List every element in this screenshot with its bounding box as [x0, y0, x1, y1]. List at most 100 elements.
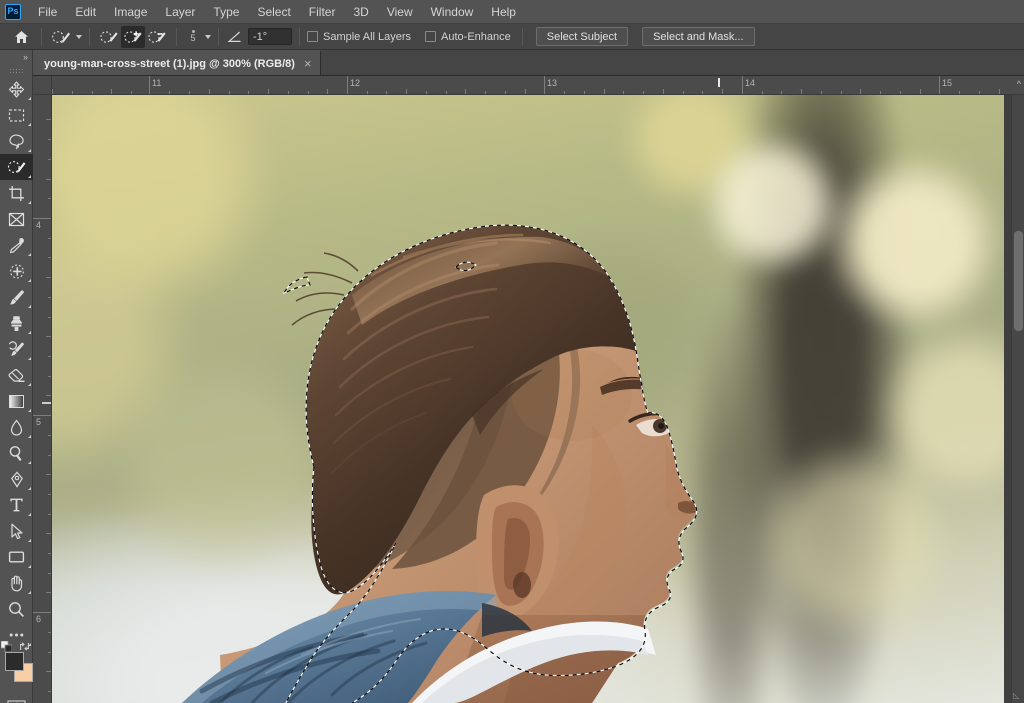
tool-eyedropper[interactable]: [0, 232, 33, 258]
menu-edit[interactable]: Edit: [66, 0, 105, 24]
document-tab[interactable]: young-man-cross-street (1).jpg @ 300% (R…: [33, 50, 321, 75]
menu-filter[interactable]: Filter: [300, 0, 345, 24]
sample-all-layers-box-icon: [307, 31, 318, 42]
tool-type[interactable]: [0, 492, 33, 518]
brush-preset-picker[interactable]: [49, 26, 73, 48]
frame-tool-icon: [8, 212, 25, 226]
tool-dodge[interactable]: [0, 440, 33, 466]
brush-tool-icon: [10, 289, 24, 304]
tool-hand[interactable]: [0, 570, 33, 596]
tool-gradient[interactable]: [0, 388, 33, 414]
ruler-h-label-12: 12: [350, 78, 361, 88]
eraser-tool-corner-icon: [28, 383, 31, 386]
select-subject-button[interactable]: Select Subject: [535, 27, 629, 46]
menu-file[interactable]: File: [29, 0, 66, 24]
default-colors-icon[interactable]: [0, 639, 13, 653]
tool-eraser[interactable]: [0, 362, 33, 388]
canvas-area[interactable]: [52, 95, 1024, 703]
options-separator-6: [521, 27, 523, 46]
pen-tool-icon: [10, 470, 23, 488]
type-tool-corner-icon: [28, 513, 31, 516]
options-separator-2: [89, 27, 90, 46]
quick-selection-tool-corner-icon: [28, 175, 31, 178]
tool-path-selection[interactable]: [0, 518, 33, 544]
menu-select[interactable]: Select: [248, 0, 299, 24]
menu-layer[interactable]: Layer: [156, 0, 204, 24]
crop-tool-corner-icon: [28, 201, 31, 204]
menu-help[interactable]: Help: [482, 0, 525, 24]
auto-enhance-box-icon: [425, 31, 437, 42]
tool-crop[interactable]: [0, 180, 33, 206]
tool-clone-stamp[interactable]: [0, 310, 33, 336]
brush-size-value: 5: [190, 33, 196, 43]
select-and-mask-button[interactable]: Select and Mask...: [642, 27, 755, 46]
tool-move[interactable]: [0, 76, 33, 102]
brush-size-chevron-down-icon[interactable]: [205, 34, 211, 39]
ruler-chevron-icon[interactable]: ^: [1017, 80, 1021, 89]
rectangle-tool-icon: [8, 551, 25, 563]
ruler-h-label-14: 14: [745, 78, 756, 88]
close-icon[interactable]: ×: [304, 57, 312, 70]
ruler-v-label-6: 6: [36, 614, 42, 624]
tool-spot-healing-brush[interactable]: [0, 258, 33, 284]
menu-view[interactable]: View: [378, 0, 422, 24]
quick-selection-subtract-icon: [147, 30, 166, 43]
lasso-tool-icon: [8, 133, 24, 149]
rectangular-marquee-tool-icon: [8, 108, 25, 122]
menu-type[interactable]: Type: [204, 0, 248, 24]
quick-selection-brush-icon: [51, 30, 70, 43]
menu-3d[interactable]: 3D: [344, 0, 377, 24]
add-to-selection-button[interactable]: [121, 25, 145, 48]
tool-lasso[interactable]: [0, 128, 33, 154]
new-selection-button[interactable]: [97, 26, 121, 48]
tool-quick-selection[interactable]: [0, 154, 33, 180]
more-tools-icon: [9, 633, 24, 637]
vertical-ruler[interactable]: 4 5 6: [33, 95, 52, 703]
subtract-from-selection-button[interactable]: [145, 26, 169, 48]
horizontal-ruler[interactable]: 11 12 13 14 15 ^: [52, 76, 1024, 95]
crop-tool-icon: [9, 185, 24, 201]
tool-frame[interactable]: [0, 206, 33, 232]
sample-all-layers-label: Sample All Layers: [323, 30, 412, 43]
tool-rectangle[interactable]: [0, 544, 33, 570]
foreground-color-swatch[interactable]: [5, 652, 24, 671]
menu-image[interactable]: Image: [105, 0, 156, 24]
eyedropper-tool-icon: [9, 237, 24, 253]
angle-input[interactable]: -1°: [248, 28, 292, 45]
brush-preset-chevron-down-icon[interactable]: [76, 34, 82, 39]
sample-all-layers-checkbox[interactable]: Sample All Layers: [307, 31, 411, 43]
tool-history-brush[interactable]: [0, 336, 33, 362]
document-image[interactable]: [52, 95, 1004, 703]
quick-selection-tool-icon: [7, 161, 25, 173]
ruler-corner[interactable]: [33, 76, 52, 95]
document-tab-title: young-man-cross-street (1).jpg @ 300% (R…: [44, 57, 295, 70]
tool-options-bar: 5 -1° Sample All Layers Auto-Enhance Sel…: [0, 24, 1024, 50]
clone-stamp-tool-icon: [11, 315, 22, 331]
ruler-h-label-13: 13: [547, 78, 558, 88]
vertical-guide-marker: [42, 402, 51, 404]
quick-mask-button[interactable]: [0, 694, 33, 703]
auto-enhance-checkbox[interactable]: Auto-Enhance: [425, 31, 511, 43]
tool-pen[interactable]: [0, 466, 33, 492]
move-tool-corner-icon: [28, 97, 31, 100]
tools-drag-handle[interactable]: [0, 64, 32, 76]
tool-rectangular-marquee[interactable]: [0, 102, 33, 128]
hand-tool-icon: [11, 575, 23, 591]
vertical-scrollbar-thumb[interactable]: [1014, 231, 1023, 331]
menu-window[interactable]: Window: [422, 0, 483, 24]
move-tool-icon: [8, 80, 25, 98]
quick-mask-icon: [7, 699, 26, 703]
tool-blur[interactable]: [0, 414, 33, 440]
resize-grip-icon[interactable]: ◺: [1013, 691, 1023, 701]
clone-stamp-tool-corner-icon: [28, 331, 31, 334]
brush-size-stepper[interactable]: 5: [184, 25, 202, 49]
home-button[interactable]: [8, 25, 34, 49]
swap-colors-icon[interactable]: [19, 639, 30, 651]
tool-brush[interactable]: [0, 284, 33, 310]
eraser-tool-icon: [8, 368, 24, 382]
vertical-scrollbar[interactable]: ◺: [1011, 95, 1024, 703]
tools-collapse-button[interactable]: »: [0, 50, 32, 64]
rectangle-tool-corner-icon: [28, 565, 31, 568]
path-selection-tool-icon: [10, 523, 23, 539]
tool-zoom[interactable]: [0, 596, 33, 622]
